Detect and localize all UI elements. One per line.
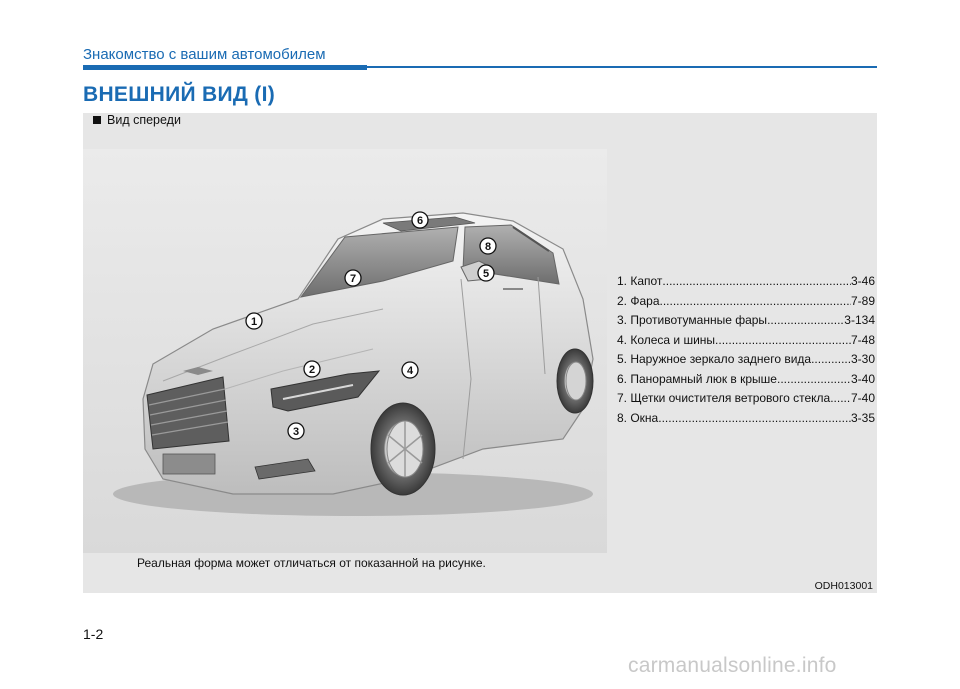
legend-item-page: 3-46	[850, 274, 875, 288]
leader-dots	[767, 311, 844, 331]
page-title: ВНЕШНИЙ ВИД (I)	[83, 83, 276, 106]
svg-text:6: 6	[417, 215, 423, 227]
header-rule	[367, 66, 877, 68]
legend-item-label: 7. Щетки очистителя ветрового стекла	[617, 391, 831, 405]
legend-item: 2. Фара 7-89	[617, 292, 875, 312]
section-header: Знакомство с вашим автомобилем	[83, 46, 326, 63]
svg-text:7: 7	[350, 273, 356, 285]
legend-item: 7. Щетки очистителя ветрового стекла 7-40	[617, 389, 875, 409]
legend-item: 8. Окна 3-35	[617, 409, 875, 429]
legend-item-page: 3-134	[844, 313, 875, 327]
svg-text:2: 2	[309, 364, 315, 376]
leader-dots	[777, 370, 851, 390]
callout-2: 2	[303, 360, 321, 378]
leader-dots	[660, 292, 851, 312]
legend-item-label: 1. Капот	[617, 274, 663, 288]
svg-text:1: 1	[251, 316, 257, 328]
callout-7: 7	[344, 269, 362, 287]
svg-text:4: 4	[407, 365, 414, 377]
parts-legend: 1. Капот 3-46 2. Фара 7-89 3. Противотуман…	[617, 272, 875, 428]
legend-item-page: 7-48	[850, 332, 875, 347]
legend-item-page: 3-35	[850, 410, 875, 425]
legend-item-label: 5. Наружное зеркало заднего вида	[617, 352, 812, 366]
svg-text:8: 8	[485, 241, 491, 253]
svg-text:5: 5	[483, 268, 489, 280]
car-illustration: 1 2 3 4 5 6 7 8	[83, 149, 607, 553]
svg-text:3: 3	[293, 426, 299, 438]
legend-item-label: 4. Колеса и шины	[617, 332, 716, 347]
legend-item-label: 2. Фара	[617, 293, 660, 308]
callout-8: 8	[479, 237, 497, 255]
legend-item: 5. Наружное зеркало заднего вида 3-30	[617, 350, 875, 370]
callout-6: 6	[411, 211, 429, 229]
callout-5: 5	[477, 264, 495, 282]
legend-item: 4. Колеса и шины 7-48	[617, 331, 875, 351]
legend-item-page: 3-40	[850, 371, 875, 386]
legend-item: 1. Капот 3-46	[617, 272, 875, 292]
legend-item: 3. Противотуманные фары 3-134	[617, 311, 875, 331]
legend-item: 6. Панорамный люк в крыше 3-40	[617, 370, 875, 390]
callout-3: 3	[287, 422, 305, 440]
figure-panel: Вид спереди 1 2 3 4 5 6 7 8 1. Капот ...…	[83, 113, 877, 593]
leader-dots	[811, 350, 851, 370]
leader-dots	[830, 389, 851, 409]
legend-item-page: 3-30	[850, 352, 875, 366]
leader-dots	[715, 331, 851, 351]
figure-caption: Вид спереди	[93, 113, 181, 127]
leader-dots	[658, 409, 851, 429]
callout-4: 4	[401, 361, 419, 379]
figure-note: Реальная форма может отличаться от показ…	[137, 556, 486, 570]
header-accent-bar	[83, 65, 367, 70]
callout-1: 1	[245, 312, 263, 330]
legend-item-label: 8. Окна	[617, 410, 659, 425]
legend-item-page: 7-40	[850, 391, 875, 405]
figure-caption-text: Вид спереди	[107, 113, 181, 127]
square-bullet-icon	[93, 116, 101, 124]
legend-item-page: 7-89	[850, 293, 875, 308]
leader-dots	[662, 272, 851, 292]
page-number: 1-2	[83, 626, 104, 642]
legend-item-label: 6. Панорамный люк в крыше	[617, 371, 777, 386]
figure-code: ODH013001	[814, 580, 873, 592]
watermark: carmanualsonline.info	[628, 654, 837, 677]
legend-item-label: 3. Противотуманные фары	[617, 313, 768, 327]
